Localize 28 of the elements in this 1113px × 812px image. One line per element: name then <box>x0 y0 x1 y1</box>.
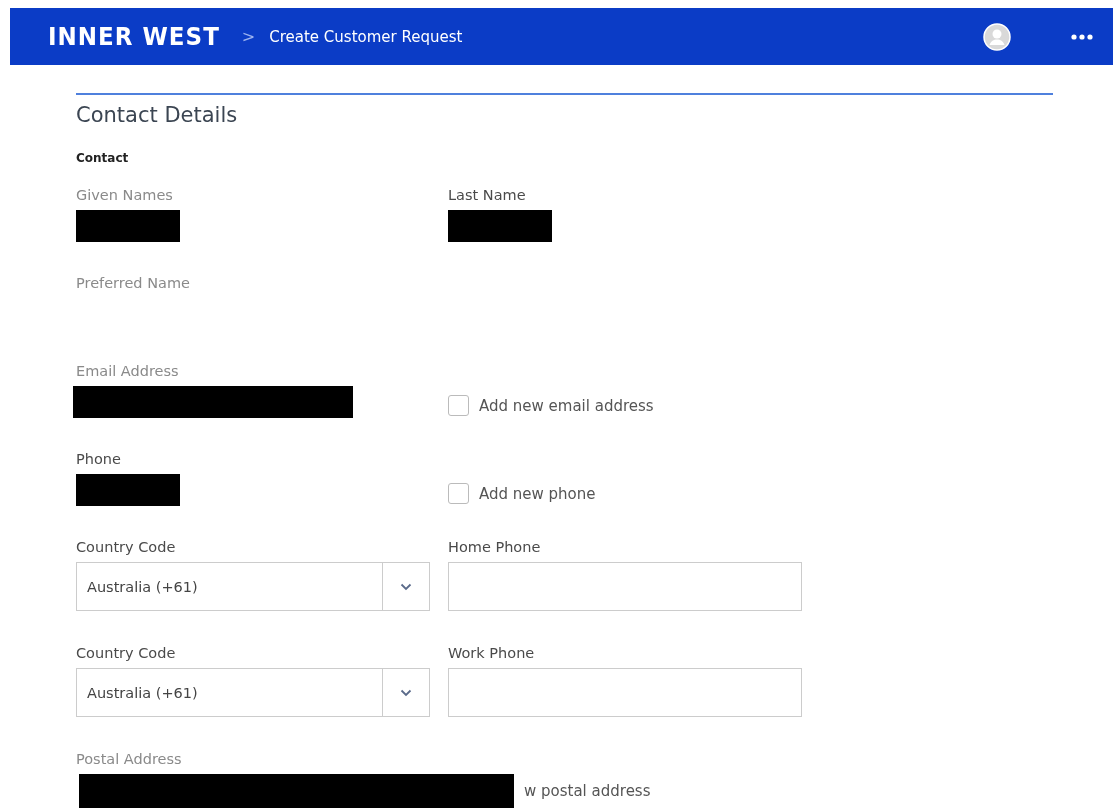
checkbox-label: w postal address <box>524 781 651 802</box>
checkbox[interactable] <box>448 395 469 416</box>
breadcrumb-separator: > <box>241 27 256 46</box>
checkbox-label: Add new email address <box>479 396 654 415</box>
logo[interactable]: INNER WEST <box>48 22 220 51</box>
field-label: Country Code <box>76 539 176 555</box>
country-select[interactable]: Australia (+61) <box>76 668 430 717</box>
chevron-down-icon <box>400 688 412 697</box>
checkbox[interactable] <box>448 483 469 504</box>
field-label: Postal Address <box>76 751 182 767</box>
page-title: Create Customer Request <box>269 27 463 46</box>
field-label: Country Code <box>76 645 176 661</box>
avatar-icon[interactable] <box>983 22 1011 51</box>
field-label: Last Name <box>448 187 526 203</box>
field-label: Phone <box>76 451 121 467</box>
field-label: Preferred Name <box>76 275 190 291</box>
phone-input[interactable] <box>448 668 802 717</box>
subsection-heading: Contact <box>76 151 130 165</box>
section-heading: Contact Details <box>76 103 239 127</box>
chevron-down-icon <box>400 582 412 591</box>
checkbox-label: Add new phone <box>479 484 596 503</box>
more-icon[interactable] <box>1071 33 1093 40</box>
field-label: Given Names <box>76 187 173 203</box>
phone-input[interactable] <box>448 562 802 611</box>
country-select[interactable]: Australia (+61) <box>76 562 430 611</box>
field-label: Email Address <box>76 363 179 379</box>
field-label: Home Phone <box>448 539 541 555</box>
field-label: Work Phone <box>448 645 535 661</box>
